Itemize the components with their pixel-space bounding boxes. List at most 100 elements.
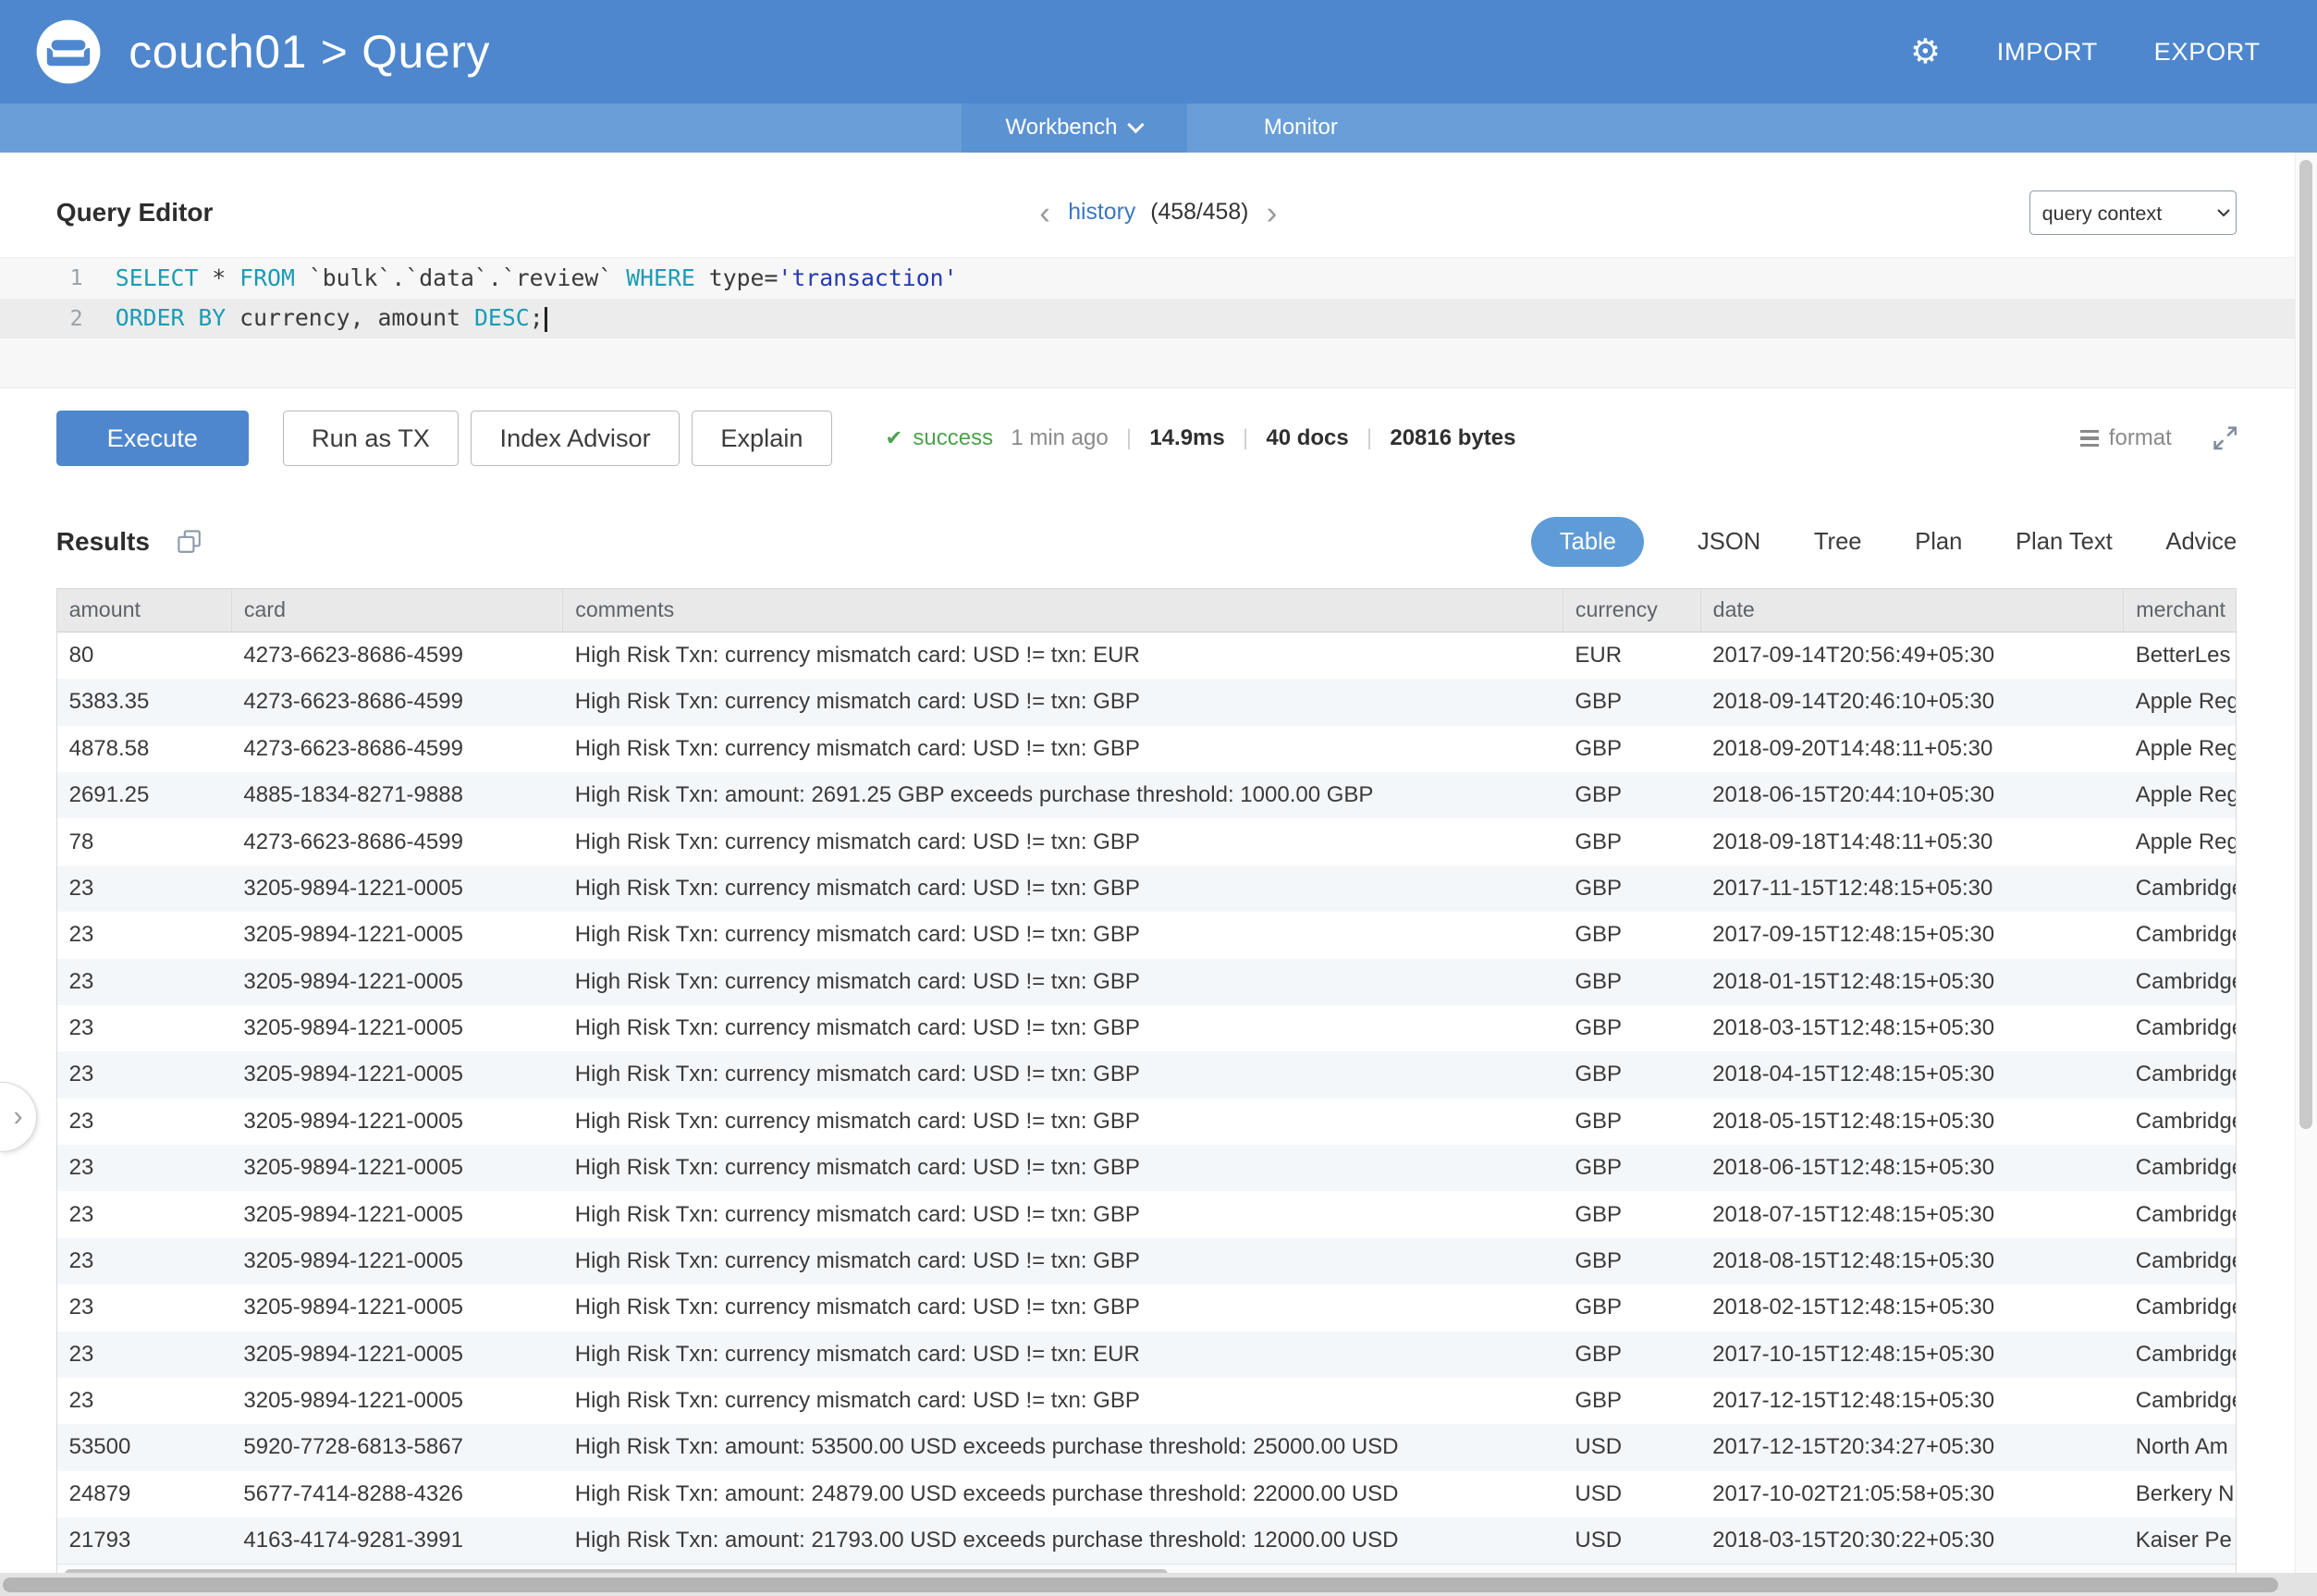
- collapse-editor-icon[interactable]: [2213, 426, 2237, 450]
- cell-date: 2017-10-15T12:48:15+05:30: [1700, 1332, 2124, 1378]
- cell-amount: 5383.35: [57, 679, 232, 725]
- subnav: Workbench Monitor: [0, 104, 2317, 153]
- cell-merchant: Cambridge: [2124, 912, 2236, 958]
- column-header-card[interactable]: card: [232, 589, 563, 632]
- column-header-merchant[interactable]: merchant: [2124, 589, 2236, 632]
- cell-comments: High Risk Txn: currency mismatch card: U…: [563, 1238, 1563, 1284]
- cell-amount: 23: [57, 1145, 232, 1191]
- cell-comments: High Risk Txn: amount: 2691.25 GBP excee…: [563, 772, 1563, 818]
- import-button[interactable]: IMPORT: [1997, 37, 2098, 67]
- couchbase-logo-icon[interactable]: [35, 18, 102, 85]
- page-vertical-scrollbar[interactable]: [2295, 153, 2317, 1573]
- cell-merchant: Cambridge: [2124, 866, 2236, 912]
- history-nav: ‹ history (458/458) ›: [0, 197, 2317, 229]
- table-row: 784273-6623-8686-4599High Risk Txn: curr…: [57, 818, 2236, 865]
- status-bytes: 20816 bytes: [1390, 425, 1515, 451]
- code-editor[interactable]: 1SELECT * FROM `bulk`.`data`.`review` WH…: [0, 257, 2317, 387]
- column-header-comments[interactable]: comments: [563, 589, 1563, 632]
- cell-comments: High Risk Txn: currency mismatch card: U…: [563, 1051, 1563, 1098]
- run-as-tx-button[interactable]: Run as TX: [283, 411, 460, 467]
- cell-currency: USD: [1563, 1424, 1701, 1470]
- page-vertical-scrollbar-thumb[interactable]: [2299, 160, 2312, 1129]
- cell-date: 2018-05-15T12:48:15+05:30: [1700, 1099, 2124, 1145]
- table-row: 233205-9894-1221-0005High Risk Txn: curr…: [57, 1378, 2236, 1424]
- table-row: 2691.254885-1834-8271-9888High Risk Txn:…: [57, 772, 2236, 818]
- results-table: amountcardcommentscurrencydatemerchant 8…: [56, 588, 2237, 1584]
- tab-monitor[interactable]: Monitor: [1246, 104, 1355, 153]
- cell-merchant: Cambridge: [2124, 1238, 2236, 1284]
- table-row: 233205-9894-1221-0005High Risk Txn: curr…: [57, 912, 2236, 958]
- column-header-date[interactable]: date: [1700, 589, 2124, 632]
- page-horizontal-scrollbar-thumb[interactable]: [3, 1578, 2278, 1592]
- results-tab-plan-text[interactable]: Plan Text: [2016, 529, 2113, 556]
- results-heading: Results: [56, 527, 150, 557]
- sidebar-expand-toggle[interactable]: ›: [0, 1082, 37, 1153]
- format-icon: [2080, 430, 2098, 447]
- results-tab-json[interactable]: JSON: [1698, 529, 1760, 556]
- cell-card: 3205-9894-1221-0005: [232, 1005, 563, 1051]
- results-tabs: Table JSON Tree Plan Plan Text Advice: [1531, 517, 2237, 568]
- cell-date: 2018-04-15T12:48:15+05:30: [1700, 1051, 2124, 1098]
- cell-card: 3205-9894-1221-0005: [232, 1191, 563, 1237]
- chevron-down-icon: [1127, 117, 1144, 133]
- results-tab-tree[interactable]: Tree: [1814, 529, 1862, 556]
- cell-card: 4885-1834-8271-9888: [232, 772, 563, 818]
- execute-button[interactable]: Execute: [56, 411, 249, 467]
- cell-comments: High Risk Txn: currency mismatch card: U…: [563, 1332, 1563, 1378]
- export-button[interactable]: EXPORT: [2154, 37, 2261, 67]
- status-state: success: [913, 425, 993, 451]
- results-table-head-row: amountcardcommentscurrencydatemerchant: [57, 589, 2236, 632]
- actions-row: Execute Run as TX Index Advisor Explain …: [0, 411, 2317, 467]
- query-editor-heading: Query Editor: [56, 198, 214, 227]
- results-tab-advice[interactable]: Advice: [2165, 529, 2237, 556]
- cell-date: 2018-07-15T12:48:15+05:30: [1700, 1191, 2124, 1237]
- cell-comments: High Risk Txn: currency mismatch card: U…: [563, 866, 1563, 912]
- column-header-currency[interactable]: currency: [1563, 589, 1701, 632]
- cell-amount: 23: [57, 1332, 232, 1378]
- cell-date: 2018-09-14T20:46:10+05:30: [1700, 679, 2124, 725]
- cell-amount: 23: [57, 1238, 232, 1284]
- status-doc-count: 40 docs: [1266, 425, 1348, 451]
- tab-workbench[interactable]: Workbench: [962, 104, 1187, 153]
- line-number: 2: [0, 306, 116, 331]
- cell-amount: 23: [57, 1378, 232, 1424]
- gear-icon[interactable]: ⚙: [1910, 35, 1941, 69]
- table-row: 5383.354273-6623-8686-4599High Risk Txn:…: [57, 679, 2236, 725]
- query-context-select[interactable]: query context: [2029, 190, 2237, 235]
- code-line[interactable]: 1SELECT * FROM `bulk`.`data`.`review` WH…: [0, 258, 2317, 298]
- cell-card: 5677-7414-8288-4326: [232, 1471, 563, 1517]
- cell-currency: GBP: [1563, 1238, 1701, 1284]
- table-row: 217934163-4174-9281-3991High Risk Txn: a…: [57, 1517, 2236, 1564]
- cell-currency: GBP: [1563, 1332, 1701, 1378]
- index-advisor-button[interactable]: Index Advisor: [471, 411, 680, 467]
- cell-comments: High Risk Txn: currency mismatch card: U…: [563, 1191, 1563, 1237]
- cell-amount: 2691.25: [57, 772, 232, 818]
- app-header: couch01 > Query ⚙ IMPORT EXPORT: [0, 0, 2317, 104]
- cell-comments: High Risk Txn: currency mismatch card: U…: [563, 1378, 1563, 1424]
- results-tab-plan[interactable]: Plan: [1915, 529, 1962, 556]
- column-header-amount[interactable]: amount: [57, 589, 232, 632]
- cell-comments: High Risk Txn: currency mismatch card: U…: [563, 1145, 1563, 1191]
- cell-date: 2018-06-15T12:48:15+05:30: [1700, 1145, 2124, 1191]
- code-line[interactable]: 2ORDER BY currency, amount DESC;: [0, 299, 2317, 338]
- results-tab-table[interactable]: Table: [1531, 517, 1644, 568]
- cell-card: 3205-9894-1221-0005: [232, 1332, 563, 1378]
- cell-currency: GBP: [1563, 1284, 1701, 1331]
- table-row: 233205-9894-1221-0005High Risk Txn: curr…: [57, 1238, 2236, 1284]
- cell-date: 2017-09-14T20:56:49+05:30: [1700, 632, 2124, 679]
- cell-currency: GBP: [1563, 679, 1701, 725]
- chevron-left-icon[interactable]: ‹: [1036, 197, 1053, 229]
- text-cursor: [545, 307, 546, 332]
- page-horizontal-scrollbar[interactable]: [0, 1573, 2317, 1596]
- table-row: 233205-9894-1221-0005High Risk Txn: curr…: [57, 1145, 2236, 1191]
- query-editor-toolbar: Query Editor ‹ history (458/458) › query…: [0, 188, 2317, 238]
- cell-merchant: Berkery N: [2124, 1471, 2236, 1517]
- copy-results-icon[interactable]: [177, 529, 202, 554]
- cell-amount: 24879: [57, 1471, 232, 1517]
- explain-button[interactable]: Explain: [692, 411, 832, 467]
- history-link[interactable]: history: [1068, 200, 1135, 226]
- cell-card: 4273-6623-8686-4599: [232, 632, 563, 679]
- format-button[interactable]: format: [2080, 425, 2171, 451]
- chevron-right-icon[interactable]: ›: [1263, 197, 1280, 229]
- cell-amount: 23: [57, 1051, 232, 1098]
